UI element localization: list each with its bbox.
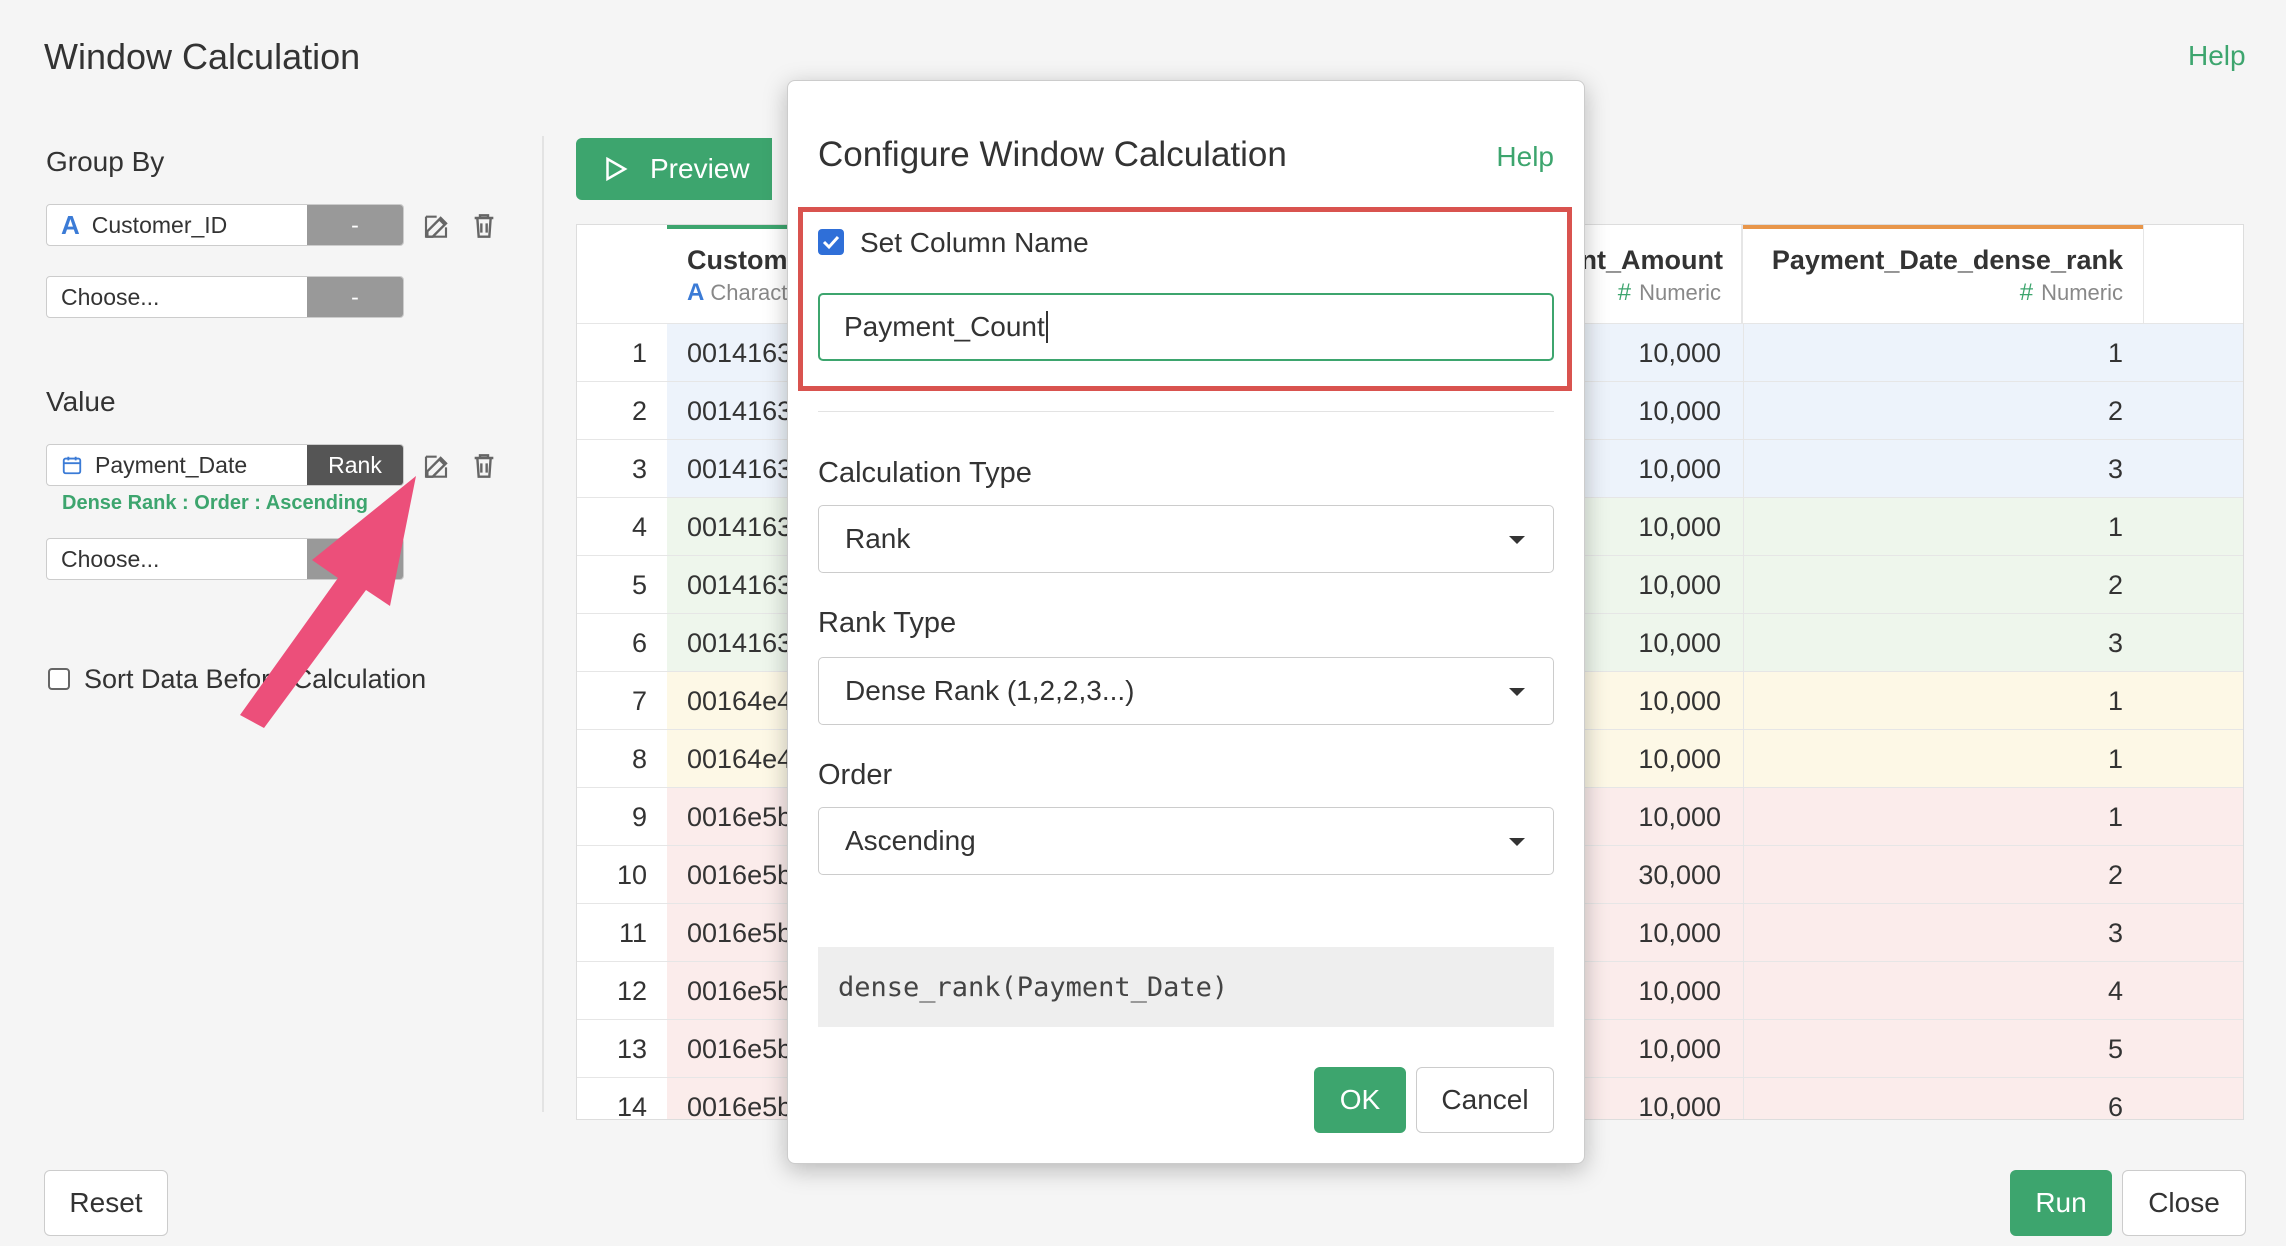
cell-rank: 4: [1743, 962, 2143, 1020]
cell-row-number: 6: [577, 614, 667, 672]
cell-row-number: 5: [577, 556, 667, 614]
annotation-arrow: [240, 476, 416, 728]
cell-row-number: 2: [577, 382, 667, 440]
sort-data-checkbox[interactable]: [48, 668, 70, 690]
set-column-name-label: Set Column Name: [860, 227, 1089, 258]
chevron-down-icon: [1509, 536, 1525, 544]
character-type-icon: A: [687, 279, 705, 306]
group-by-choose-text: Choose...: [61, 283, 160, 310]
cell-row-number: 12: [577, 962, 667, 1020]
cell-row-number: 1: [577, 324, 667, 382]
cell-row-number: 9: [577, 788, 667, 846]
edit-icon[interactable]: [422, 210, 454, 242]
dialog-divider: [818, 411, 1554, 412]
column-separator: [2143, 225, 2144, 323]
order-value: Ascending: [845, 825, 976, 856]
cell-row-number: 10: [577, 846, 667, 904]
column-type-rank-wrap: # Numeric: [2020, 279, 2123, 307]
cell-row-number: 4: [577, 498, 667, 556]
cell-rank: 2: [1743, 382, 2143, 440]
group-by-tag[interactable]: -: [307, 205, 403, 245]
cell-row-number: 13: [577, 1020, 667, 1078]
dialog-title: Configure Window Calculation: [818, 135, 1287, 174]
column-type-amount: Numeric: [1639, 280, 1721, 305]
chevron-down-icon: [1509, 838, 1525, 846]
cell-rank: 1: [1743, 730, 2143, 788]
preview-button[interactable]: Preview: [576, 138, 772, 200]
group-by-chip-customer-id[interactable]: A Customer_ID -: [46, 204, 404, 246]
column-accent-rank: [1743, 225, 2143, 229]
cell-row-number: 3: [577, 440, 667, 498]
reset-button[interactable]: Reset: [44, 1170, 168, 1236]
preview-label: Preview: [650, 153, 750, 184]
page-title: Window Calculation: [44, 36, 361, 77]
ok-button[interactable]: OK: [1314, 1067, 1406, 1133]
cell-rank: 3: [1743, 440, 2143, 498]
order-select[interactable]: Ascending: [818, 807, 1554, 875]
cell-rank: 2: [1743, 556, 2143, 614]
calc-type-label: Calculation Type: [818, 457, 1032, 489]
numeric-type-icon: #: [1617, 279, 1632, 306]
rank-type-select[interactable]: Dense Rank (1,2,2,3...): [818, 657, 1554, 725]
cell-row-number: 11: [577, 904, 667, 962]
character-type-icon: A: [61, 209, 80, 240]
cell-rank: 1: [1743, 788, 2143, 846]
group-by-label: Group By: [46, 146, 165, 177]
cell-rank: 3: [1743, 904, 2143, 962]
calc-type-select[interactable]: Rank: [818, 505, 1554, 573]
cell-rank: 5: [1743, 1020, 2143, 1078]
cell-row-number: 7: [577, 672, 667, 730]
trash-icon[interactable]: [468, 210, 500, 242]
expression-preview: dense_rank(Payment_Date): [818, 947, 1554, 1027]
cell-rank: 6: [1743, 1078, 2143, 1119]
close-button[interactable]: Close: [2122, 1170, 2246, 1236]
play-icon: [606, 156, 628, 182]
cancel-button[interactable]: Cancel: [1416, 1067, 1554, 1133]
value-label: Value: [46, 386, 116, 417]
cell-rank: 1: [1743, 324, 2143, 382]
column-name-input[interactable]: Payment_Count: [818, 293, 1554, 361]
column-separator: [1741, 225, 1743, 323]
rank-type-value: Dense Rank (1,2,2,3...): [845, 675, 1135, 706]
run-button[interactable]: Run: [2010, 1170, 2112, 1236]
column-name-value: Payment_Count: [844, 311, 1045, 342]
calendar-icon: [62, 456, 82, 475]
group-by-choose-tag[interactable]: -: [307, 277, 403, 317]
configure-dialog: Configure Window Calculation Help Set Co…: [787, 80, 1585, 1164]
value-choose-text: Choose...: [61, 545, 160, 572]
group-by-chip-choose[interactable]: Choose... -: [46, 276, 404, 318]
help-link[interactable]: Help: [2188, 40, 2246, 72]
dialog-help-link[interactable]: Help: [1496, 141, 1554, 173]
panel-divider: [542, 136, 544, 1112]
column-type-rank: Numeric: [2041, 280, 2123, 305]
column-title-rank: Payment_Date_dense_rank: [1771, 245, 2123, 275]
group-by-column-name: Customer_ID: [91, 211, 228, 238]
text-cursor: [1045, 311, 1048, 343]
cell-rank: 1: [1743, 672, 2143, 730]
set-column-name-checkbox[interactable]: [818, 229, 844, 255]
chevron-down-icon: [1509, 688, 1525, 696]
order-label: Order: [818, 759, 893, 791]
calc-type-value: Rank: [845, 523, 911, 554]
cell-rank: 3: [1743, 614, 2143, 672]
rank-type-label: Rank Type: [818, 607, 957, 639]
trash-icon[interactable]: [468, 450, 500, 482]
cell-row-number: 8: [577, 730, 667, 788]
column-type-amount-wrap: # Numeric: [1618, 279, 1721, 307]
cell-rank: 2: [1743, 846, 2143, 904]
cell-row-number: 14: [577, 1078, 667, 1119]
cell-rank: 1: [1743, 498, 2143, 556]
numeric-type-icon: #: [2019, 279, 2034, 306]
